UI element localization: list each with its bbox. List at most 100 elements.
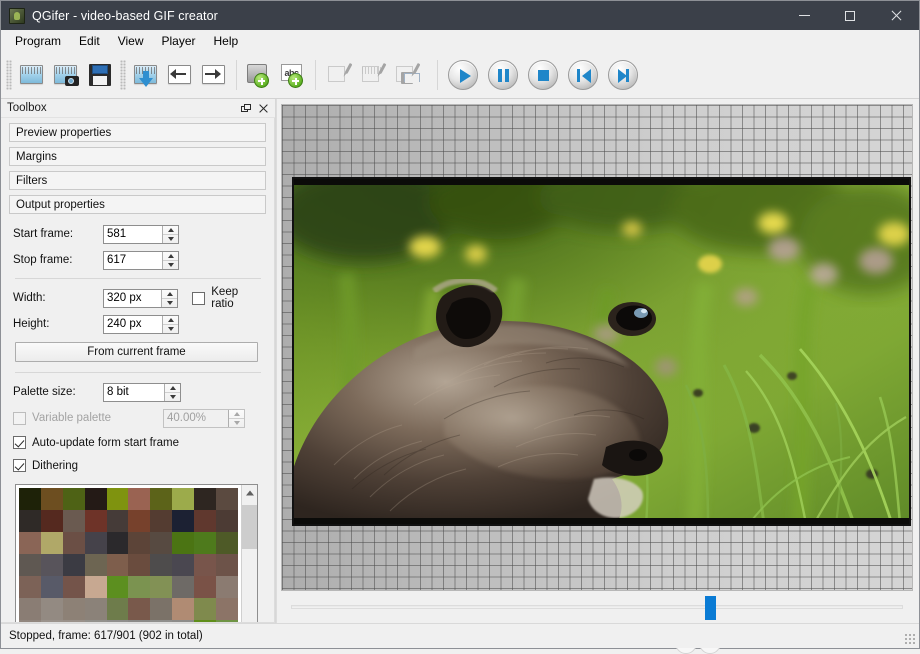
- palette-swatch[interactable]: [194, 532, 217, 555]
- palette-scroll-thumb[interactable]: [242, 505, 257, 550]
- stop-frame-stepper[interactable]: [103, 250, 179, 270]
- palette-swatch[interactable]: [216, 532, 238, 555]
- width-stepper[interactable]: [103, 288, 179, 308]
- auto-update-checkbox[interactable]: Auto-update form start frame: [13, 436, 179, 450]
- palette-swatch[interactable]: [62, 575, 85, 598]
- add-image-button[interactable]: [242, 56, 276, 94]
- next-frame-button[interactable]: [603, 56, 643, 94]
- palette-swatch[interactable]: [150, 554, 173, 576]
- palette-swatch[interactable]: [40, 488, 63, 511]
- palette-preview[interactable]: [15, 484, 258, 623]
- pause-button[interactable]: [483, 56, 523, 94]
- palette-swatch[interactable]: [62, 532, 85, 555]
- palette-size-stepper[interactable]: [103, 382, 181, 402]
- palette-swatch[interactable]: [172, 597, 195, 620]
- palette-size-spin-buttons[interactable]: [164, 383, 180, 401]
- palette-swatch[interactable]: [150, 532, 173, 555]
- palette-swatch[interactable]: [19, 575, 41, 598]
- palette-swatch[interactable]: [128, 510, 151, 533]
- edit-object-button[interactable]: [321, 56, 355, 94]
- from-current-frame-button[interactable]: From current frame: [15, 342, 258, 363]
- start-frame-stepper[interactable]: [103, 224, 179, 244]
- palette-swatch[interactable]: [172, 575, 195, 598]
- section-margins[interactable]: Margins: [9, 147, 266, 167]
- palette-swatch[interactable]: [128, 554, 151, 576]
- palette-swatch[interactable]: [216, 575, 238, 598]
- set-start-frame-button[interactable]: [163, 56, 197, 94]
- keep-ratio-checkbox[interactable]: Keep ratio: [192, 286, 263, 310]
- palette-swatch[interactable]: [216, 488, 238, 511]
- palette-swatch[interactable]: [19, 488, 41, 511]
- palette-swatch[interactable]: [150, 510, 173, 533]
- resize-grip[interactable]: [905, 634, 917, 646]
- palette-swatch[interactable]: [194, 554, 217, 576]
- palette-swatch[interactable]: [40, 532, 63, 555]
- play-button[interactable]: [443, 56, 483, 94]
- palette-swatch[interactable]: [106, 554, 129, 576]
- menu-edit[interactable]: Edit: [70, 31, 109, 51]
- palette-swatch[interactable]: [128, 597, 151, 620]
- toolbox-close-button[interactable]: [256, 101, 271, 116]
- section-filters[interactable]: Filters: [9, 171, 266, 191]
- palette-swatch[interactable]: [106, 575, 129, 598]
- palette-swatch[interactable]: [216, 554, 238, 576]
- palette-swatch[interactable]: [172, 488, 195, 511]
- palette-swatch[interactable]: [84, 554, 107, 576]
- palette-swatch[interactable]: [62, 554, 85, 576]
- save-gif-button[interactable]: [83, 56, 117, 94]
- palette-swatch[interactable]: [84, 488, 107, 511]
- palette-swatch[interactable]: [40, 575, 63, 598]
- height-spin-buttons[interactable]: [162, 315, 178, 333]
- palette-swatch[interactable]: [84, 532, 107, 555]
- palette-swatch[interactable]: [40, 597, 63, 620]
- duplicate-object-button[interactable]: [355, 56, 389, 94]
- close-button[interactable]: [873, 1, 919, 30]
- palette-swatch[interactable]: [216, 597, 238, 620]
- delete-object-button[interactable]: [389, 56, 423, 94]
- previous-frame-button[interactable]: [563, 56, 603, 94]
- section-output-properties[interactable]: Output properties: [9, 195, 266, 215]
- palette-swatch[interactable]: [194, 575, 217, 598]
- scroll-up-arrow[interactable]: [242, 485, 257, 502]
- menu-program[interactable]: Program: [6, 31, 70, 51]
- toolbar-grip[interactable]: [6, 60, 12, 90]
- toolbox-float-button[interactable]: [238, 101, 253, 116]
- palette-swatch[interactable]: [62, 510, 85, 533]
- palette-swatch[interactable]: [19, 597, 41, 620]
- variable-palette-checkbox[interactable]: Variable palette: [13, 411, 163, 425]
- stop-frame-spin-buttons[interactable]: [162, 251, 178, 269]
- palette-scrollbar[interactable]: [241, 485, 257, 623]
- palette-swatch[interactable]: [40, 510, 63, 533]
- palette-swatch[interactable]: [172, 554, 195, 576]
- menu-help[interactable]: Help: [205, 31, 248, 51]
- palette-swatch[interactable]: [194, 597, 217, 620]
- variable-palette-percent-stepper[interactable]: [163, 408, 245, 428]
- start-frame-spin-buttons[interactable]: [162, 225, 178, 243]
- menu-player[interactable]: Player: [153, 31, 205, 51]
- open-video-button[interactable]: [15, 56, 49, 94]
- palette-swatch[interactable]: [84, 575, 107, 598]
- palette-swatch[interactable]: [106, 532, 129, 555]
- export-frame-button[interactable]: [129, 56, 163, 94]
- maximize-button[interactable]: [827, 1, 873, 30]
- palette-scroll-track[interactable]: [242, 501, 257, 623]
- palette-swatch[interactable]: [19, 554, 41, 576]
- palette-swatch[interactable]: [194, 488, 217, 511]
- minimize-button[interactable]: [781, 1, 827, 30]
- add-text-button[interactable]: abc: [276, 56, 310, 94]
- gif-preview-canvas[interactable]: [281, 104, 913, 591]
- palette-swatch[interactable]: [106, 597, 129, 620]
- palette-swatch[interactable]: [150, 488, 173, 511]
- palette-swatch[interactable]: [172, 510, 195, 533]
- palette-swatch[interactable]: [150, 575, 173, 598]
- height-stepper[interactable]: [103, 314, 179, 334]
- dithering-checkbox[interactable]: Dithering: [13, 459, 78, 473]
- palette-swatch[interactable]: [19, 532, 41, 555]
- menu-view[interactable]: View: [109, 31, 153, 51]
- palette-swatch[interactable]: [62, 488, 85, 511]
- palette-swatch[interactable]: [216, 510, 238, 533]
- frame-position-slider[interactable]: [705, 596, 717, 620]
- stop-button[interactable]: [523, 56, 563, 94]
- palette-swatch[interactable]: [194, 510, 217, 533]
- palette-swatch[interactable]: [19, 510, 41, 533]
